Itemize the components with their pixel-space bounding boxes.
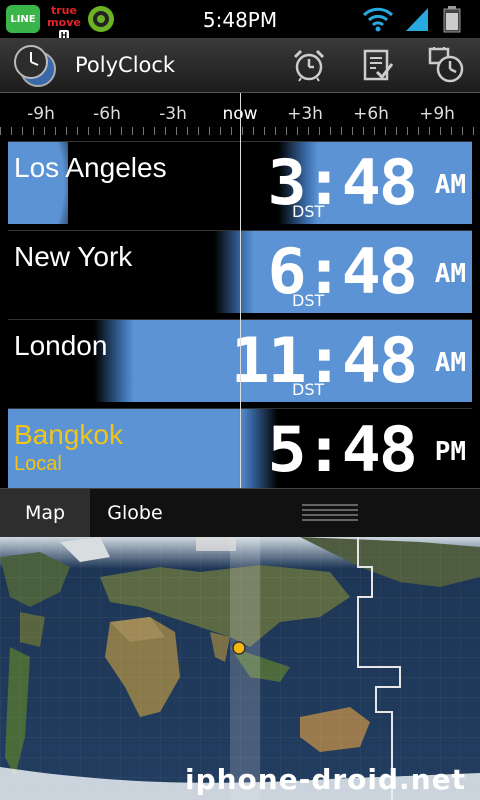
tab-globe[interactable]: Globe xyxy=(90,489,180,537)
wifi-icon xyxy=(362,5,394,33)
city-time: 5:48 xyxy=(267,413,417,486)
dst-badge: DST xyxy=(292,202,325,221)
signal-icon xyxy=(404,5,430,33)
daylight-edge xyxy=(214,231,254,313)
offset-minus-6h: -6h xyxy=(93,104,121,124)
city-time: 6:48 xyxy=(267,235,417,308)
tasks-button[interactable] xyxy=(356,44,398,86)
city-name: Los Angeles xyxy=(14,152,167,183)
dst-badge: DST xyxy=(292,291,325,310)
tab-map[interactable]: Map xyxy=(0,489,90,537)
offset-minus-9h: -9h xyxy=(27,104,55,124)
alarm-clock-icon xyxy=(293,49,325,82)
offset-minus-3h: -3h xyxy=(159,104,187,124)
view-tabs: Map Globe xyxy=(0,488,480,537)
alarm-button[interactable] xyxy=(288,44,330,86)
local-label: Local xyxy=(14,453,62,475)
city-ampm: AM xyxy=(434,170,466,200)
offset-plus-3h: +3h xyxy=(287,104,323,124)
city-ampm: AM xyxy=(434,259,466,289)
dst-badge: DST xyxy=(292,380,325,399)
city-ampm: AM xyxy=(434,348,466,378)
watermark-text: iphone-droid.net xyxy=(184,763,466,796)
city-name: London xyxy=(14,330,108,361)
city-ampm: PM xyxy=(434,437,466,467)
task-list-icon xyxy=(363,49,394,81)
offset-plus-6h: +6h xyxy=(353,104,389,124)
drag-handle[interactable] xyxy=(302,504,358,522)
battery-icon xyxy=(440,5,464,33)
timer-button[interactable] xyxy=(424,44,466,86)
now-indicator-line xyxy=(240,93,241,488)
action-bar: PolyClock xyxy=(0,38,480,93)
offset-plus-9h: +9h xyxy=(419,104,455,124)
status-bar: LINE true move H 5:48PM xyxy=(0,0,480,42)
location-marker[interactable] xyxy=(232,641,246,655)
city-time: 3:48 xyxy=(267,146,417,219)
city-name: New York xyxy=(14,241,133,272)
city-name: Bangkok xyxy=(14,419,123,450)
world-map[interactable]: iphone-droid.net xyxy=(0,537,480,800)
timer-icon xyxy=(428,47,464,83)
app-title: PolyClock xyxy=(75,53,176,77)
polyclock-logo-icon[interactable] xyxy=(12,42,60,88)
